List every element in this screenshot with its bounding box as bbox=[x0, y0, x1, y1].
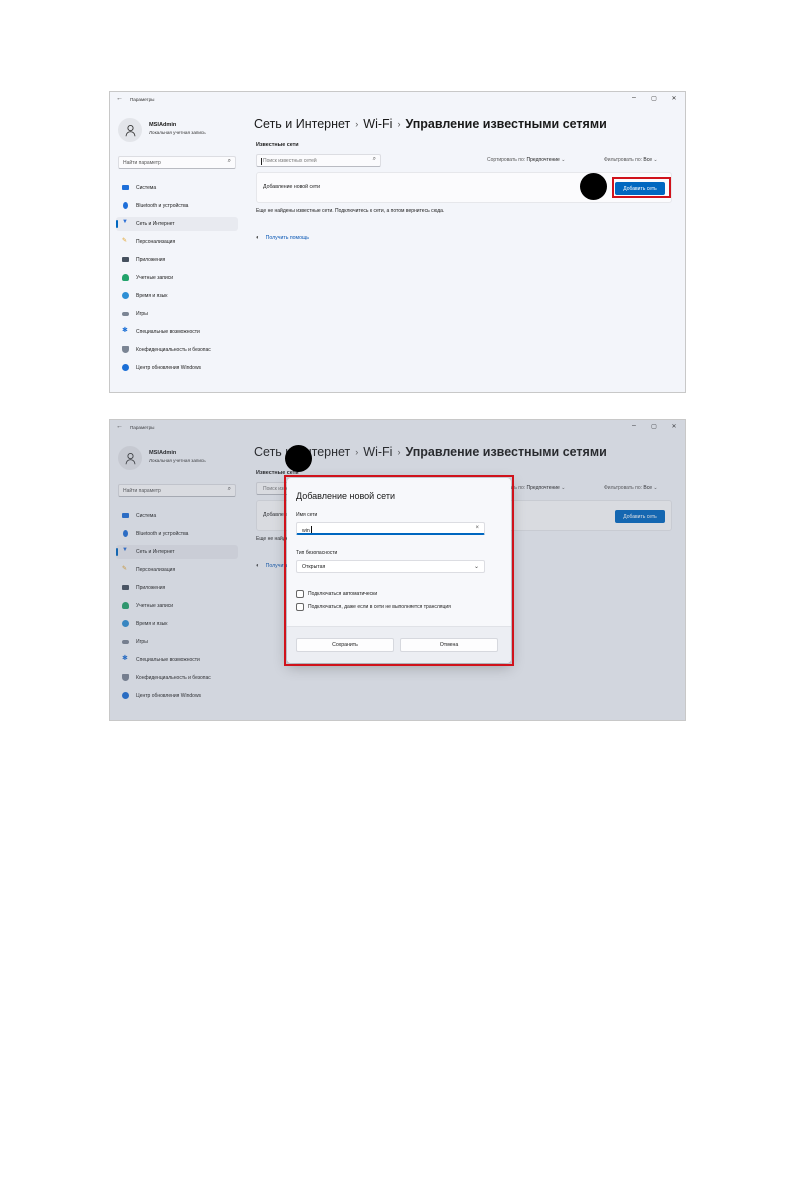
accessibility-icon: ✱ bbox=[122, 327, 128, 334]
sidebar-item-accounts[interactable]: Учетные записи bbox=[116, 271, 238, 285]
avatar[interactable] bbox=[118, 118, 142, 142]
sidebar-item-accessibility[interactable]: ✱ Специальные возможности bbox=[116, 325, 238, 339]
settings-screenshot-add-network-dialog: ← Параметры – ▢ ✕ MSIAdmin Локальная уче… bbox=[109, 419, 686, 721]
sidebar-item-windows-update[interactable]: Центр обновления Windows bbox=[116, 361, 238, 375]
sidebar-item-label: Учетные записи bbox=[136, 275, 174, 281]
wifi-icon: ▼ bbox=[122, 219, 128, 225]
update-icon bbox=[122, 364, 129, 371]
sidebar-item-bluetooth[interactable]: Bluetooth и устройства bbox=[116, 199, 238, 213]
gamepad-icon bbox=[122, 312, 129, 316]
no-networks-note: Еще не найдены известные сети. Подключит… bbox=[256, 208, 445, 214]
apps-icon bbox=[122, 257, 129, 262]
back-arrow-icon[interactable]: ← bbox=[116, 95, 123, 102]
step-marker bbox=[580, 173, 607, 200]
settings-screenshot-add-network: ← Параметры – ▢ ✕ MSIAdmin Локальная уче… bbox=[109, 91, 686, 393]
globe-clock-icon bbox=[122, 292, 129, 299]
text-caret bbox=[261, 158, 262, 165]
filter-dropdown[interactable]: Фильтровать по: Все ⌄ bbox=[604, 157, 658, 163]
selected-indicator bbox=[116, 220, 118, 228]
breadcrumb-network[interactable]: Сеть и Интернет bbox=[254, 117, 350, 131]
highlight-box bbox=[284, 475, 514, 666]
account-type: Локальная учетная запись bbox=[149, 130, 206, 135]
filter-label: Фильтровать по: bbox=[604, 157, 643, 163]
sidebar-item-label: Приложения bbox=[136, 257, 166, 263]
add-network-label: Добавление новой сети bbox=[263, 184, 321, 190]
chevron-down-icon: ⌄ bbox=[653, 157, 658, 163]
known-networks-search-input[interactable]: Поиск известных сетей ⌕ bbox=[256, 154, 381, 167]
person-icon bbox=[122, 274, 129, 281]
minimize-button[interactable]: – bbox=[628, 94, 640, 101]
get-help-label: Получить помощь bbox=[265, 235, 309, 241]
sidebar-item-network[interactable]: ▼ Сеть и Интернет bbox=[116, 217, 238, 231]
sidebar-item-time-language[interactable]: Время и язык bbox=[116, 289, 238, 303]
sort-dropdown[interactable]: Сортировать по: Предпочтение ⌄ bbox=[487, 157, 565, 163]
close-button[interactable]: ✕ bbox=[668, 95, 680, 102]
get-help-link[interactable]: ◐ Получить помощь bbox=[256, 235, 309, 241]
known-networks-search-placeholder: Поиск известных сетей bbox=[263, 158, 317, 164]
sidebar-item-label: Игры bbox=[136, 311, 148, 317]
sort-label: Сортировать по: bbox=[487, 157, 526, 163]
filter-value: Все bbox=[643, 157, 653, 163]
search-icon: ⌕ bbox=[227, 158, 231, 164]
sidebar-item-personalization[interactable]: ✎ Персонализация bbox=[116, 235, 238, 249]
sort-value: Предпочтение bbox=[526, 157, 560, 163]
maximize-button[interactable]: ▢ bbox=[648, 95, 660, 102]
sidebar-item-label: Сеть и Интернет bbox=[136, 221, 175, 227]
sidebar-item-label: Специальные возможности bbox=[136, 329, 200, 335]
pen-icon: ✎ bbox=[122, 238, 128, 244]
sidebar-item-apps[interactable]: Приложения bbox=[116, 253, 238, 267]
known-networks-heading: Известные сети bbox=[256, 142, 299, 148]
chevron-right-icon: › bbox=[355, 119, 359, 129]
breadcrumb-wifi[interactable]: Wi-Fi bbox=[363, 117, 392, 131]
user-name: MSIAdmin bbox=[149, 122, 177, 128]
chevron-right-icon: › bbox=[397, 119, 401, 129]
sidebar-item-label: Время и язык bbox=[136, 293, 168, 299]
add-network-card: Добавление новой сети Добавить сеть bbox=[256, 172, 672, 203]
sidebar-item-label: Система bbox=[136, 185, 157, 191]
sidebar-item-label: Bluetooth и устройства bbox=[136, 203, 189, 209]
settings-search-placeholder: Найти параметр bbox=[123, 160, 161, 166]
title-bar: ← Параметры – ▢ ✕ bbox=[110, 92, 685, 110]
bluetooth-icon bbox=[123, 202, 128, 209]
highlight-box bbox=[612, 177, 671, 198]
window-title: Параметры bbox=[130, 97, 155, 102]
sidebar-item-gaming[interactable]: Игры bbox=[116, 307, 238, 321]
person-icon bbox=[125, 124, 135, 136]
breadcrumb: Сеть и Интернет › Wi-Fi › Управление известн… bbox=[254, 117, 607, 131]
sidebar-item-label: Персонализация bbox=[136, 239, 176, 245]
sidebar-item-label: Центр обновления Windows bbox=[136, 365, 202, 371]
chevron-down-icon: ⌄ bbox=[561, 157, 566, 163]
monitor-icon bbox=[122, 185, 129, 190]
sidebar-item-system[interactable]: Система bbox=[116, 181, 238, 195]
search-icon: ⌕ bbox=[372, 156, 376, 162]
page-title: Управление известными сетями bbox=[405, 117, 607, 131]
step-marker bbox=[285, 445, 312, 472]
shield-icon bbox=[122, 346, 129, 353]
sidebar-item-label: Конфиденциальность и безопас bbox=[136, 347, 211, 353]
sidebar-item-privacy[interactable]: Конфиденциальность и безопас bbox=[116, 343, 238, 357]
help-icon: ◐ bbox=[256, 235, 260, 241]
settings-search-input[interactable]: Найти параметр ⌕ bbox=[118, 156, 236, 169]
